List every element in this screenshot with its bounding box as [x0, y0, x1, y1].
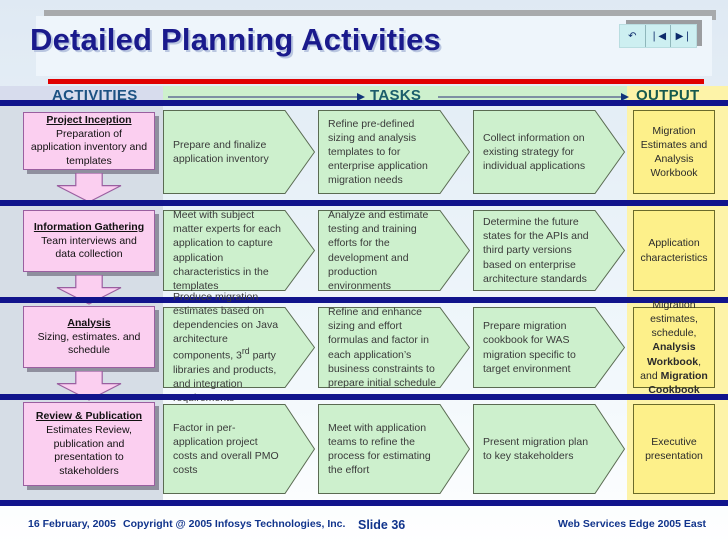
task-chevron[interactable]: Meet with subject matter experts for eac… [163, 209, 315, 292]
task-text: Produce migration estimates based on dep… [173, 291, 279, 404]
output-box[interactable]: Migration estimates, schedule, Analysis … [633, 299, 715, 396]
task-chevron[interactable]: Factor in per-application project costs … [163, 404, 315, 494]
stage-title: Analysis [67, 316, 111, 329]
task-text: Factor in per-application project costs … [173, 421, 279, 477]
page-title: Detailed Planning Activities [30, 22, 441, 57]
stage-title: Information Gathering [33, 220, 145, 233]
task-chevron[interactable]: Prepare and finalize application invento… [163, 110, 315, 194]
red-divider [48, 79, 704, 84]
output-text: Executive presentation [645, 435, 703, 462]
row-divider [0, 297, 728, 303]
stage-box[interactable]: Review & Publication Estimates Review, pu… [23, 402, 155, 486]
task-text: Refine pre-defined sizing and analysis t… [328, 117, 428, 187]
task-chevron[interactable]: Analyze and estimate testing and trainin… [318, 209, 470, 292]
stage-description: Sizing, estimates. and schedule [37, 330, 141, 357]
row-divider [0, 200, 728, 206]
slide: Detailed Planning Activities ↶ ❘◀ ▶❘ ACT… [0, 0, 728, 546]
task-chevron[interactable]: Produce migration estimates based on dep… [163, 291, 315, 404]
task-chevron[interactable]: Present migration plan to key stakeholde… [473, 404, 625, 494]
stage-flow-arrow-icon [56, 173, 122, 203]
footer-copyright: Copyright @ 2005 Infosys Technologies, I… [123, 518, 346, 530]
output-text: Migration estimates, schedule, Analysis … [640, 299, 708, 396]
stage-box[interactable]: Project Inception Preparation of applicat… [23, 112, 155, 170]
task-text: Determine the future states for the APIs… [483, 216, 589, 285]
footer-slide-number: Slide 36 [358, 518, 406, 532]
undo-icon[interactable]: ↶ [620, 25, 646, 47]
stage-description: Preparation of application inventory and… [30, 127, 148, 167]
previous-icon[interactable]: ❘◀ [646, 25, 672, 47]
row-divider [0, 394, 728, 400]
task-text: Collect information on existing strategy… [483, 131, 586, 173]
task-chevron[interactable]: Determine the future states for the APIs… [473, 210, 625, 291]
next-icon[interactable]: ▶❘ [671, 25, 696, 47]
stage-title: Review & Publication [35, 410, 143, 423]
row-divider [0, 500, 728, 506]
row-divider [0, 100, 728, 106]
nav-toolbar[interactable]: ↶ ❘◀ ▶❘ [619, 24, 697, 48]
task-text: Prepare and finalize application invento… [173, 138, 269, 165]
stage-box[interactable]: Analysis Sizing, estimates. and schedule [23, 306, 155, 368]
task-text: Analyze and estimate testing and trainin… [328, 209, 429, 292]
output-box[interactable]: Executive presentation [633, 404, 715, 494]
output-text: Application characteristics [640, 237, 708, 264]
flow-arrow-1-icon [168, 93, 365, 101]
task-text: Meet with subject matter experts for eac… [173, 209, 281, 292]
footer: 16 February, 2005 Copyright @ 2005 Infos… [0, 512, 728, 546]
stage-description: Estimates Review, publication and presen… [46, 424, 132, 477]
output-text: Migration Estimates and Analysis Workboo… [640, 124, 708, 180]
flow-arrow-2-icon [438, 93, 629, 101]
footer-event: Web Services Edge 2005 East [558, 518, 707, 530]
task-chevron[interactable]: Refine and enhance sizing and effort for… [318, 306, 470, 389]
task-chevron[interactable]: Meet with application teams to refine th… [318, 404, 470, 494]
task-chevron[interactable]: Refine pre-defined sizing and analysis t… [318, 110, 470, 194]
task-text: Prepare migration cookbook for WAS migra… [483, 320, 576, 375]
stage-title: Project Inception [46, 113, 132, 126]
task-text: Refine and enhance sizing and effort for… [328, 306, 436, 389]
stage-description: Team interviews and data collection [41, 234, 137, 261]
task-chevron[interactable]: Collect information on existing strategy… [473, 110, 625, 194]
stage-box[interactable]: Information Gathering Team interviews and… [23, 210, 155, 272]
task-chevron[interactable]: Prepare migration cookbook for WAS migra… [473, 307, 625, 388]
output-box[interactable]: Application characteristics [633, 210, 715, 291]
task-text: Meet with application teams to refine th… [328, 421, 431, 477]
footer-date: 16 February, 2005 [28, 518, 116, 530]
task-text: Present migration plan to key stakeholde… [483, 435, 589, 462]
output-box[interactable]: Migration Estimates and Analysis Workboo… [633, 110, 715, 194]
